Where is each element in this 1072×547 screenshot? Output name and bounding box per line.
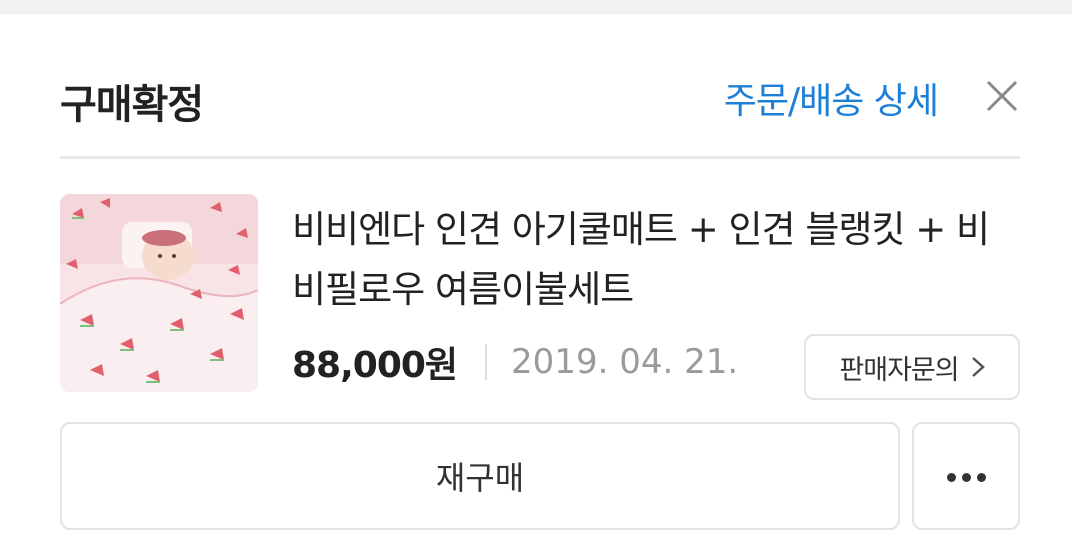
product-thumbnail[interactable] — [60, 194, 258, 392]
baby-blanket-photo — [60, 194, 258, 392]
chevron-right-icon — [971, 357, 985, 377]
close-button[interactable] — [984, 78, 1020, 114]
close-icon — [986, 80, 1018, 112]
rebuy-button[interactable]: 재구매 — [60, 422, 900, 530]
card-header: 구매확정 주문/배송 상세 — [60, 14, 1020, 159]
more-options-button[interactable] — [912, 422, 1020, 530]
rebuy-label: 재구매 — [435, 459, 525, 497]
more-dots-icon — [944, 467, 989, 486]
product-price: 88,000원 — [292, 345, 458, 386]
order-date: 2019. 04. 21. — [511, 342, 739, 382]
seller-inquiry-button[interactable]: 판매자문의 — [804, 334, 1020, 400]
divider — [485, 344, 488, 380]
seller-inquiry-label: 판매자문의 — [839, 354, 959, 386]
purchase-confirm-card: 구매확정 주문/배송 상세 비비엔다 인견 아기쿨매트 + 인견 블랭킷 + 비… — [0, 14, 1072, 547]
page-title: 구매확정 — [60, 82, 204, 128]
price-row: 88,000원 2019. 04. 21. — [292, 332, 738, 392]
product-name[interactable]: 비비엔다 인견 아기쿨매트 + 인견 블랭킷 + 비비필로우 여름이불세트 — [292, 200, 1022, 320]
product-summary: 비비엔다 인견 아기쿨매트 + 인견 블랭킷 + 비비필로우 여름이불세트 88… — [60, 194, 1022, 400]
order-delivery-detail-link[interactable]: 주문/배송 상세 — [724, 72, 939, 124]
